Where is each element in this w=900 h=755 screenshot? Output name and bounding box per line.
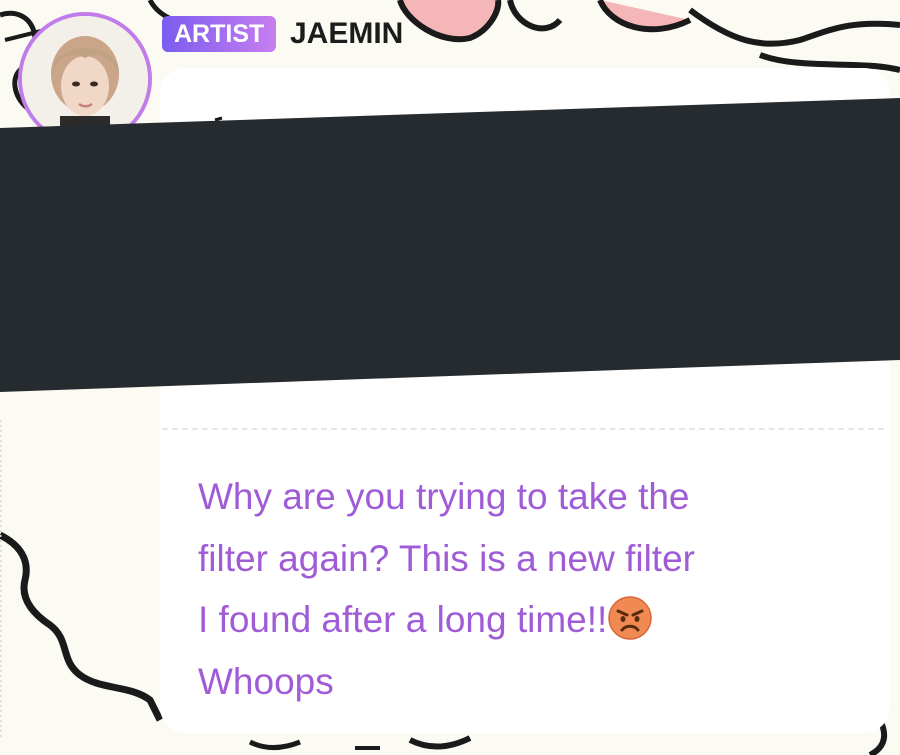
reply-divider: [162, 428, 884, 430]
reply-line: filter again? This is a new filter: [198, 537, 695, 579]
reply-line: Whoops: [198, 660, 334, 702]
angry-face-icon: [608, 596, 653, 640]
reply-line-text: I found after a long time!!: [198, 599, 608, 640]
reply-line: Why are you trying to take the: [198, 476, 690, 517]
reply-line: I found after a long time!!: [198, 589, 838, 651]
artist-reply: Why are you trying to take the filter ag…: [198, 466, 838, 712]
